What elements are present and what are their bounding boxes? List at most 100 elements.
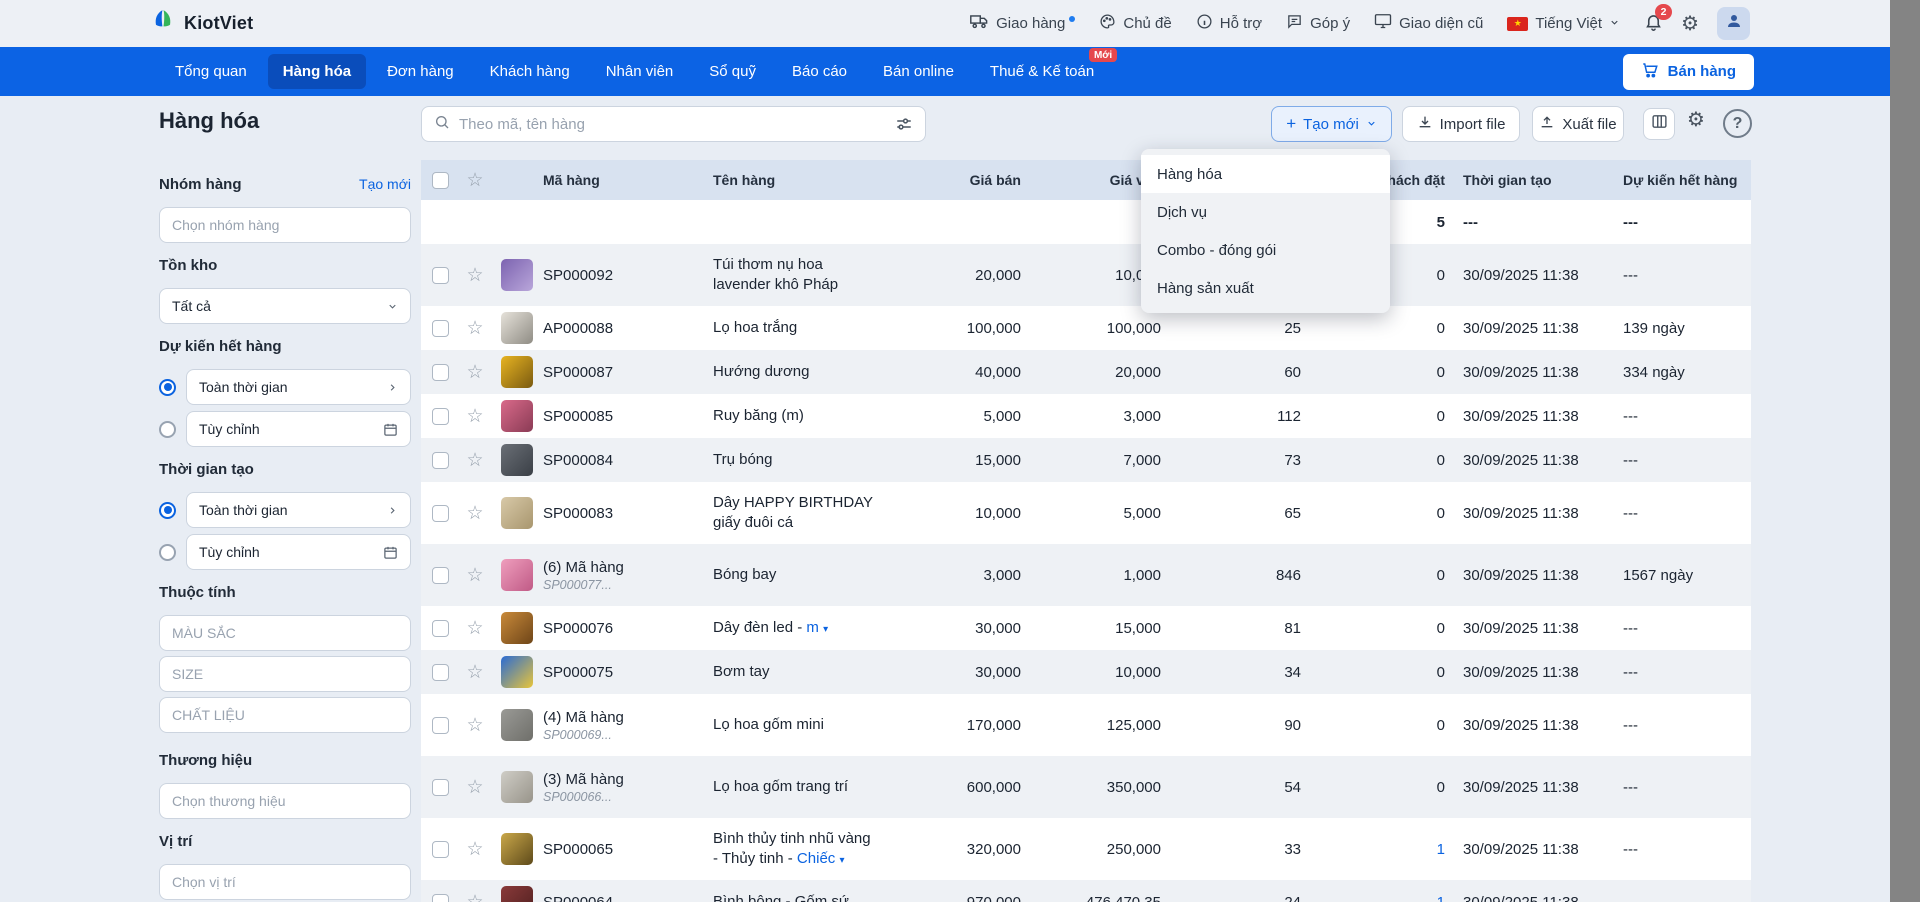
- create-menu-item[interactable]: Hàng sản xuất: [1141, 269, 1390, 307]
- row-checkbox[interactable]: [432, 779, 449, 796]
- row-checkbox[interactable]: [432, 664, 449, 681]
- topbar-item-legacy-ui[interactable]: Giao diện cũ: [1374, 13, 1483, 34]
- radio-selected[interactable]: [159, 502, 176, 519]
- row-checkbox[interactable]: [432, 505, 449, 522]
- brand[interactable]: KiotViet: [150, 8, 253, 39]
- location-filter-input[interactable]: [159, 864, 411, 900]
- stock-forecast: ---: [1605, 452, 1751, 469]
- favorite-star-icon[interactable]: ☆: [466, 451, 483, 470]
- attribute-material-input[interactable]: [159, 697, 411, 733]
- radio-unselected[interactable]: [159, 544, 176, 561]
- attribute-size-input[interactable]: [159, 656, 411, 692]
- column-header-code[interactable]: Mã hàng: [543, 172, 713, 188]
- create-menu-item[interactable]: Dịch vụ: [1141, 193, 1390, 231]
- row-checkbox[interactable]: [432, 717, 449, 734]
- product-row[interactable]: ☆SP000075Bơm tay30,00010,00034030/09/202…: [421, 650, 1751, 694]
- product-row[interactable]: ☆SP000087Hướng dương40,00020,00060030/09…: [421, 350, 1751, 394]
- column-header-cost[interactable]: Giá vốn: [1021, 172, 1161, 188]
- variant-expand-link[interactable]: Chiếc ▾: [793, 850, 845, 867]
- import-file-button[interactable]: Import file: [1402, 106, 1520, 142]
- brand-filter-input[interactable]: [159, 783, 411, 819]
- nav-item--n-h-ng[interactable]: Đơn hàng: [372, 54, 469, 89]
- table-settings-gear-icon[interactable]: ⚙: [1687, 110, 1705, 130]
- favorite-star-icon[interactable]: ☆: [466, 504, 483, 523]
- favorite-star-icon[interactable]: ☆: [466, 363, 483, 382]
- variant-expand-link[interactable]: m ▾: [802, 619, 828, 636]
- column-header-forecast[interactable]: Dự kiến hết hàng: [1605, 172, 1751, 188]
- favorite-star-icon[interactable]: ☆: [466, 663, 483, 682]
- stock-filter-select[interactable]: Tất cả: [159, 288, 411, 324]
- create-menu-item[interactable]: Hàng hóa: [1141, 155, 1390, 193]
- nav-item-nh-n-vi-n[interactable]: Nhân viên: [591, 54, 689, 89]
- forecast-custom-option[interactable]: Tùy chỉnh: [186, 411, 411, 447]
- radio-unselected[interactable]: [159, 421, 176, 438]
- topbar-item-theme[interactable]: Chủ đề: [1099, 13, 1171, 34]
- column-header-created[interactable]: Thời gian tạo: [1445, 172, 1605, 188]
- gear-icon[interactable]: ⚙: [1681, 14, 1699, 34]
- favorite-star-icon[interactable]: ☆: [466, 266, 483, 285]
- favorite-star-icon[interactable]: ☆: [466, 566, 483, 585]
- create-menu-item[interactable]: Combo - đóng gói: [1141, 231, 1390, 269]
- favorite-star-icon[interactable]: ☆: [466, 319, 483, 338]
- favorite-star-icon[interactable]: ☆: [466, 840, 483, 859]
- nav-item-kh-ch-h-ng[interactable]: Khách hàng: [475, 54, 585, 89]
- product-row[interactable]: ☆SP000064Bình bông - Gốm sứ970,000476,47…: [421, 880, 1751, 902]
- row-checkbox[interactable]: [432, 267, 449, 284]
- product-row[interactable]: ☆(3) Mã hàngSP000066...Lọ hoa gốm trang …: [421, 756, 1751, 818]
- topbar-item-support[interactable]: Hỗ trợ: [1196, 13, 1262, 34]
- nav-item-s-qu-[interactable]: Sổ quỹ: [694, 54, 771, 89]
- product-row[interactable]: ☆(6) Mã hàngSP000077...Bóng bay3,0001,00…: [421, 544, 1751, 606]
- forecast-alltime-option[interactable]: Toàn thời gian: [186, 369, 411, 405]
- row-checkbox[interactable]: [432, 364, 449, 381]
- product-row[interactable]: ☆SP000085Ruy băng (m)5,0003,000112030/09…: [421, 394, 1751, 438]
- user-avatar-button[interactable]: [1717, 7, 1750, 40]
- row-checkbox[interactable]: [432, 894, 449, 902]
- create-new-button[interactable]: + Tạo mới: [1271, 106, 1392, 142]
- row-checkbox[interactable]: [432, 408, 449, 425]
- favorite-star-icon[interactable]: ☆: [466, 407, 483, 426]
- select-all-checkbox[interactable]: [432, 172, 449, 189]
- radio-selected[interactable]: [159, 379, 176, 396]
- favorite-star-icon[interactable]: ☆: [466, 619, 483, 638]
- notifications-button[interactable]: 2: [1644, 12, 1663, 36]
- nav-item-thu-k-to-n[interactable]: Thuế & Kế toánMới: [975, 54, 1109, 89]
- help-button[interactable]: ?: [1723, 109, 1752, 138]
- favorite-star-icon[interactable]: ☆: [466, 778, 483, 797]
- create-group-link[interactable]: Tạo mới: [359, 176, 411, 192]
- attribute-color-input[interactable]: [159, 615, 411, 651]
- product-row[interactable]: ☆SP000076Dây đèn led - m ▾30,00015,00081…: [421, 606, 1751, 650]
- ordered-quantity-link[interactable]: 1: [1437, 841, 1445, 858]
- product-row[interactable]: ☆SP000065Bình thủy tinh nhũ vàng- Thủy t…: [421, 818, 1751, 880]
- row-checkbox[interactable]: [432, 841, 449, 858]
- topbar-item-feedback[interactable]: Góp ý: [1286, 13, 1350, 34]
- product-row[interactable]: ☆SP000083Dây HAPPY BIRTHDAYgiấy đuôi cá1…: [421, 482, 1751, 544]
- row-checkbox[interactable]: [432, 567, 449, 584]
- product-row[interactable]: ☆SP000092Túi thơm nụ hoalavender khô Phá…: [421, 244, 1751, 306]
- stock-filter-value: Tất cả: [172, 298, 211, 314]
- nav-item-b-o-c-o[interactable]: Báo cáo: [777, 54, 862, 89]
- nav-item-t-ng-quan[interactable]: Tổng quan: [160, 54, 262, 89]
- language-selector[interactable]: ★ Tiếng Việt: [1507, 15, 1620, 32]
- nav-item-b-n-online[interactable]: Bán online: [868, 54, 969, 89]
- created-alltime-option[interactable]: Toàn thời gian: [186, 492, 411, 528]
- topbar-item-delivery[interactable]: Giao hàng: [970, 13, 1075, 34]
- column-header-price[interactable]: Giá bán: [943, 172, 1021, 188]
- product-row[interactable]: ☆AP000088Lọ hoa trắng100,000100,00025030…: [421, 306, 1751, 350]
- sell-button[interactable]: Bán hàng: [1623, 54, 1754, 90]
- ordered-quantity-link[interactable]: 1: [1437, 894, 1445, 902]
- row-checkbox[interactable]: [432, 620, 449, 637]
- favorite-star-icon[interactable]: ☆: [466, 716, 483, 735]
- row-checkbox[interactable]: [432, 320, 449, 337]
- group-filter-input[interactable]: [159, 207, 411, 243]
- created-custom-option[interactable]: Tùy chỉnh: [186, 534, 411, 570]
- export-file-button[interactable]: Xuất file: [1532, 106, 1624, 142]
- product-row[interactable]: ☆SP000084Trụ bóng15,0007,00073030/09/202…: [421, 438, 1751, 482]
- nav-item-h-ng-h-a[interactable]: Hàng hóa: [268, 54, 366, 89]
- filter-sliders-icon[interactable]: [895, 115, 913, 133]
- favorite-star-icon[interactable]: ☆: [466, 893, 483, 902]
- product-row[interactable]: ☆(4) Mã hàngSP000069...Lọ hoa gốm mini17…: [421, 694, 1751, 756]
- row-checkbox[interactable]: [432, 452, 449, 469]
- columns-config-button[interactable]: [1643, 108, 1675, 140]
- search-input[interactable]: [459, 116, 886, 133]
- column-header-name[interactable]: Tên hàng: [713, 172, 943, 188]
